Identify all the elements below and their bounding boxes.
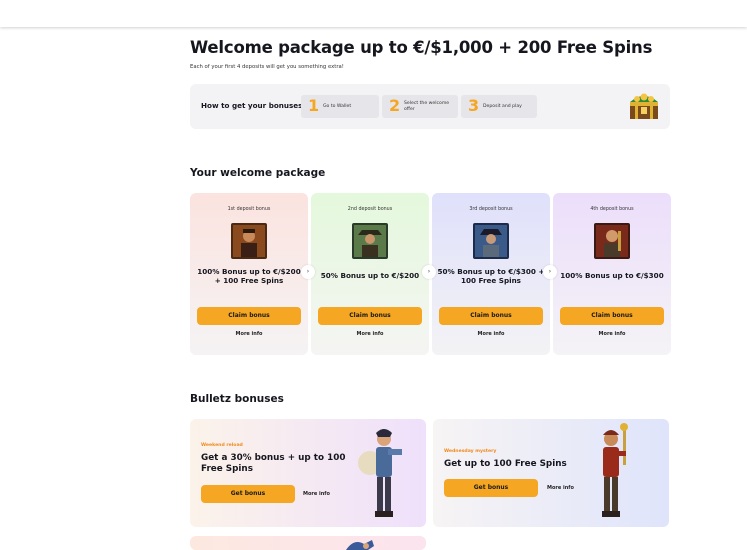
card-offer-text: 50% Bonus up to €/$200 [320,271,420,281]
card-label: 2nd deposit bonus [347,207,393,212]
chevron-right-icon: › [543,265,557,279]
card-label: 4th deposit bonus [590,207,634,212]
step-number: 3 [468,96,480,115]
deposit-card-2: 2nd deposit bonus 50% Bonus up to €/$200… [311,193,429,355]
get-bonus-button[interactable]: Get bonus [444,479,538,497]
deposit-card-4: 4th deposit bonus 100% Bonus up to €/$30… [553,193,671,355]
step-number: 1 [308,96,320,115]
step-deposit-and-play[interactable]: 3 Deposit and play [461,95,537,118]
promo-title: Get up to 100 Free Spins [444,459,567,469]
character-illustration [358,429,402,517]
top-navigation-bar [0,0,747,27]
how-to-label: How to get your bonuses: [201,101,306,110]
more-info-link[interactable]: More info [190,331,308,337]
more-info-link[interactable]: More info [432,331,550,337]
chevron-right-icon: › [422,265,436,279]
card-label: 1st deposit bonus [227,207,271,212]
promo-card-weekend-reload: Weekend reload Get a 30% bonus + up to 1… [190,419,426,527]
promo-card-wednesday-mystery: Wednesday mystery Get up to 100 Free Spi… [433,419,669,527]
game-thumbnail-image [231,223,267,259]
welcome-package-title: Your welcome package [190,167,326,179]
game-thumbnail-image [594,223,630,259]
claim-bonus-button[interactable]: Claim bonus [318,307,422,325]
step-text: Select the welcome offer [404,100,450,112]
character-illustration [346,540,374,550]
more-info-link[interactable]: More info [311,331,429,337]
character-illustration [602,423,628,517]
deposit-card-3: 3rd deposit bonus 50% Bonus up to €/$300… [432,193,550,355]
card-offer-text: 100% Bonus up to €/$200 + 100 Free Spins [197,266,301,285]
promo-card-partial [190,536,426,550]
step-select-offer[interactable]: 2 Select the welcome offer [382,95,458,118]
card-label: 3rd deposit bonus [469,207,513,212]
claim-bonus-button[interactable]: Claim bonus [560,307,664,325]
promo-tag: Weekend reload [201,443,243,448]
promo-tag: Wednesday mystery [444,449,497,454]
promo-title: Get a 30% bonus + up to 100 Free Spins [201,453,346,475]
get-bonus-button[interactable]: Get bonus [201,485,295,503]
page-title: Welcome package up to €/$1,000 + 200 Fre… [190,38,653,57]
bulletz-bonuses-title: Bulletz bonuses [190,393,284,405]
chevron-right-icon: › [301,265,315,279]
how-to-panel: How to get your bonuses: 1 Go to Wallet … [190,84,670,129]
card-offer-text: 50% Bonus up to €/$300 + 100 Free Spins [437,266,545,285]
claim-bonus-button[interactable]: Claim bonus [439,307,543,325]
more-info-link[interactable]: More info [547,485,574,491]
page-subtitle: Each of your first 4 deposits will get y… [190,64,344,70]
step-text: Go to Wallet [323,103,352,109]
treasure-chest-icon [630,93,658,119]
more-info-link[interactable]: More info [553,331,671,337]
step-text: Deposit and play [483,103,522,109]
game-thumbnail-image [473,223,509,259]
step-go-to-wallet[interactable]: 1 Go to Wallet [301,95,379,118]
step-number: 2 [389,96,401,115]
game-thumbnail-image [352,223,388,259]
deposit-card-1: 1st deposit bonus 100% Bonus up to €/$20… [190,193,308,355]
more-info-link[interactable]: More info [303,491,330,497]
claim-bonus-button[interactable]: Claim bonus [197,307,301,325]
card-offer-text: 100% Bonus up to €/$300 [560,271,664,281]
